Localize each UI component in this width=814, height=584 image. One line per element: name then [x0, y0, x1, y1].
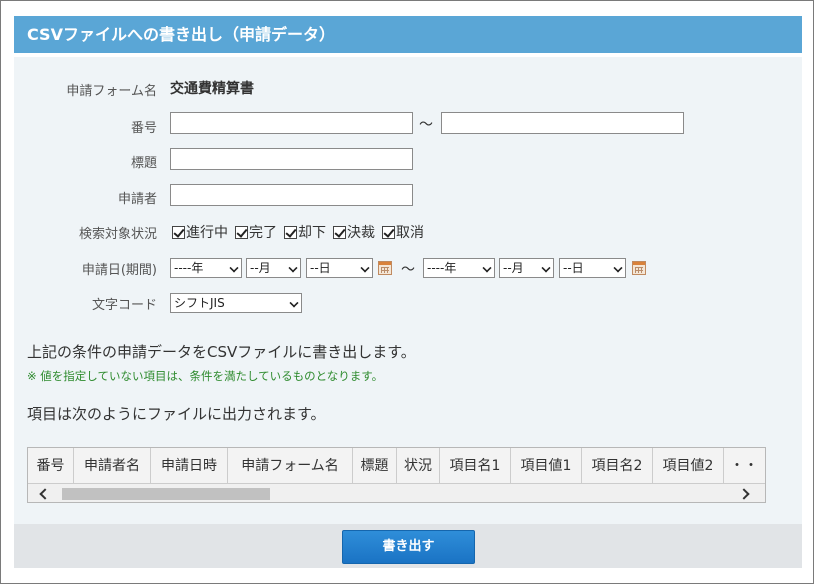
- scrollbar-thumb[interactable]: [62, 488, 270, 500]
- number-to-input[interactable]: [441, 112, 684, 134]
- date-from-month-select[interactable]: --月: [246, 258, 301, 278]
- date-label-wrap: 申請日(期間): [14, 256, 157, 278]
- subject-label-wrap: 標題: [14, 149, 157, 171]
- table-header-cell: 項目値2: [653, 448, 724, 483]
- calendar-icon[interactable]: [378, 261, 392, 275]
- table-header-cell: 項目名1: [440, 448, 511, 483]
- horizontal-scrollbar[interactable]: [28, 484, 765, 502]
- checkbox-checked-icon[interactable]: [284, 225, 297, 239]
- chevron-down-icon: [482, 263, 492, 273]
- date-to-month-select[interactable]: --月: [499, 258, 554, 278]
- date-to-year-select[interactable]: ----年: [423, 258, 495, 278]
- chevron-down-icon: [541, 263, 551, 273]
- output-description: 項目は次のようにファイルに出力されます。: [27, 405, 326, 423]
- applicant-input[interactable]: [170, 184, 413, 206]
- subject-label: 標題: [130, 156, 157, 171]
- form-name-label-wrap: 申請フォーム名: [14, 77, 157, 99]
- date-to-day-select[interactable]: --日: [559, 258, 626, 278]
- table-header-cell: 番号: [28, 448, 74, 483]
- date-range-tilde: 〜: [401, 262, 415, 278]
- checkbox-checked-icon[interactable]: [235, 225, 248, 239]
- status-checkboxes: 進行中 完了 却下 決裁 取消: [172, 222, 424, 242]
- table-header-cell: 標題: [353, 448, 397, 483]
- status-checkbox-approved[interactable]: 決裁: [333, 222, 375, 242]
- table-header-cell: 申請日時: [151, 448, 228, 483]
- calendar-icon[interactable]: [632, 261, 646, 275]
- status-label: 検索対象状況: [78, 227, 157, 242]
- date-label: 申請日(期間): [81, 263, 157, 278]
- date-from-day-select[interactable]: --日: [306, 258, 373, 278]
- table-header-cell: 項目値1: [511, 448, 582, 483]
- condition-note: ※ 値を指定していない項目は、条件を満たしているものとなります。: [27, 369, 384, 383]
- applicant-label-wrap: 申請者: [14, 185, 157, 207]
- charset-select[interactable]: シフトJIS: [170, 293, 302, 313]
- status-label-wrap: 検索対象状況: [14, 220, 157, 242]
- applicant-label: 申請者: [117, 192, 157, 207]
- table-header-cell: 申請フォーム名: [228, 448, 353, 483]
- page-title: CSVファイルへの書き出し（申請データ）: [14, 16, 802, 53]
- chevron-down-icon: [229, 263, 239, 273]
- number-label: 番号: [130, 121, 157, 136]
- number-range-tilde: 〜: [419, 117, 433, 133]
- export-button[interactable]: 書き出す: [342, 530, 475, 564]
- table-header-cell: 申請者名: [74, 448, 151, 483]
- scroll-right-icon[interactable]: [739, 488, 751, 500]
- status-checkbox-cancelled[interactable]: 取消: [382, 222, 424, 242]
- table-header-cell: ・・: [730, 458, 758, 474]
- chevron-down-icon: [289, 298, 299, 308]
- table-header-row: 番号 申請者名 申請日時 申請フォーム名 標題 状況 項目名1 項目値1 項目名…: [28, 448, 765, 484]
- status-checkbox-in-progress[interactable]: 進行中: [172, 222, 228, 242]
- checkbox-checked-icon[interactable]: [382, 225, 395, 239]
- form-name-label: 申請フォーム名: [66, 84, 157, 99]
- export-description: 上記の条件の申請データをCSVファイルに書き出します。: [27, 343, 416, 361]
- status-checkbox-rejected[interactable]: 却下: [284, 222, 326, 242]
- chevron-down-icon: [360, 263, 370, 273]
- column-preview-table: 番号 申請者名 申請日時 申請フォーム名 標題 状況 項目名1 項目値1 項目名…: [27, 447, 766, 503]
- charset-label: 文字コード: [91, 298, 157, 313]
- checkbox-checked-icon[interactable]: [333, 225, 346, 239]
- form-name-value: 交通費精算書: [170, 81, 254, 97]
- scroll-left-icon[interactable]: [38, 488, 50, 500]
- table-header-cell: 項目名2: [582, 448, 653, 483]
- charset-label-wrap: 文字コード: [14, 291, 157, 313]
- date-from-year-select[interactable]: ----年: [170, 258, 242, 278]
- checkbox-checked-icon[interactable]: [172, 225, 185, 239]
- chevron-down-icon: [613, 263, 623, 273]
- status-checkbox-completed[interactable]: 完了: [235, 222, 277, 242]
- chevron-down-icon: [288, 263, 298, 273]
- table-header-cell: 状況: [397, 448, 440, 483]
- subject-input[interactable]: [170, 148, 413, 170]
- number-label-wrap: 番号: [14, 114, 157, 136]
- number-from-input[interactable]: [170, 112, 413, 134]
